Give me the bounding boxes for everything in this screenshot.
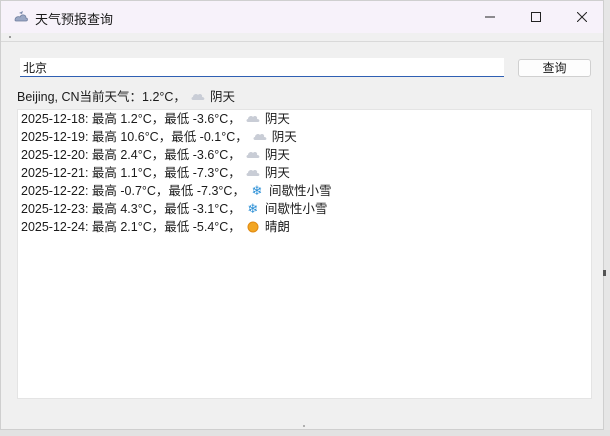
menu-grip: [9, 36, 11, 38]
forecast-condition: 间歇性小雪: [268, 184, 332, 198]
forecast-condition: 阴天: [271, 130, 297, 144]
forecast-condition: 间歇性小雪: [264, 202, 328, 216]
snow-icon: ❄: [247, 202, 259, 217]
current-condition: 阴天: [209, 90, 235, 104]
cloud-icon: [245, 166, 261, 180]
cloud-icon: [191, 93, 205, 100]
snow-icon: ❄: [251, 184, 263, 199]
sun-icon: [245, 220, 261, 234]
forecast-summary: 2025-12-23: 最高 4.3°C，最低 -3.1°C，: [21, 202, 241, 216]
current-weather: Beijing, CN当前天气：1.2°C， 阴天: [17, 86, 235, 105]
forecast-row[interactable]: 2025-12-24: 最高 2.1°C，最低 -5.4°C， 晴朗: [21, 218, 331, 236]
forecast-list-box[interactable]: 2025-12-18: 最高 1.2°C，最低 -3.6°C， 阴天 2025-12…: [17, 109, 592, 399]
forecast-summary: 2025-12-22: 最高 -0.7°C，最低 -7.3°C，: [21, 184, 245, 198]
resize-grip: [303, 425, 305, 427]
title-bar[interactable]: 天气预报查询: [1, 1, 603, 33]
edge-mark: [603, 270, 606, 276]
cloud-icon: [252, 130, 268, 144]
city-search-input[interactable]: [20, 58, 504, 77]
close-icon: [577, 12, 587, 22]
close-button[interactable]: [559, 1, 605, 33]
minimize-button[interactable]: [467, 1, 513, 33]
forecast-summary: 2025-12-19: 最高 10.6°C，最低 -0.1°C，: [21, 130, 248, 144]
forecast-condition: 阴天: [264, 166, 290, 180]
divider: [1, 41, 603, 42]
forecast-summary: 2025-12-24: 最高 2.1°C，最低 -5.4°C，: [21, 220, 241, 234]
forecast-summary: 2025-12-21: 最高 1.1°C，最低 -7.3°C，: [21, 166, 241, 180]
forecast-condition: 晴朗: [264, 220, 290, 234]
cloud-icon: [245, 148, 261, 162]
forecast-summary: 2025-12-18: 最高 1.2°C，最低 -3.6°C，: [21, 112, 241, 126]
window-title: 天气预报查询: [35, 12, 114, 27]
window-shadow-bottom: [0, 430, 610, 436]
forecast-row[interactable]: 2025-12-18: 最高 1.2°C，最低 -3.6°C， 阴天: [21, 110, 331, 128]
current-weather-text: Beijing, CN当前天气：1.2°C，: [17, 90, 186, 104]
forecast-list: 2025-12-18: 最高 1.2°C，最低 -3.6°C， 阴天 2025-12…: [21, 110, 331, 236]
maximize-icon: [531, 12, 541, 22]
window-shadow-right: [604, 0, 610, 436]
cloud-icon: [245, 112, 261, 126]
minimize-icon: [485, 16, 495, 18]
maximize-button[interactable]: [513, 1, 559, 33]
forecast-row[interactable]: 2025-12-20: 最高 2.4°C，最低 -3.6°C， 阴天: [21, 146, 331, 164]
query-button[interactable]: 查询: [518, 59, 591, 77]
forecast-condition: 阴天: [264, 112, 290, 126]
app-icon: [14, 11, 28, 22]
forecast-condition: 阴天: [264, 148, 290, 162]
forecast-row[interactable]: 2025-12-19: 最高 10.6°C，最低 -0.1°C， 阴天: [21, 128, 331, 146]
forecast-row[interactable]: 2025-12-21: 最高 1.1°C，最低 -7.3°C， 阴天: [21, 164, 331, 182]
forecast-row[interactable]: 2025-12-22: 最高 -0.7°C，最低 -7.3°C， ❄ 间歇性小雪: [21, 182, 331, 200]
forecast-summary: 2025-12-20: 最高 2.4°C，最低 -3.6°C，: [21, 148, 241, 162]
forecast-row[interactable]: 2025-12-23: 最高 4.3°C，最低 -3.1°C， ❄ 间歇性小雪: [21, 200, 331, 218]
app-window: 天气预报查询 查询 Beijing, CN当前天气：1.2°C， 阴天 2025…: [0, 0, 604, 430]
